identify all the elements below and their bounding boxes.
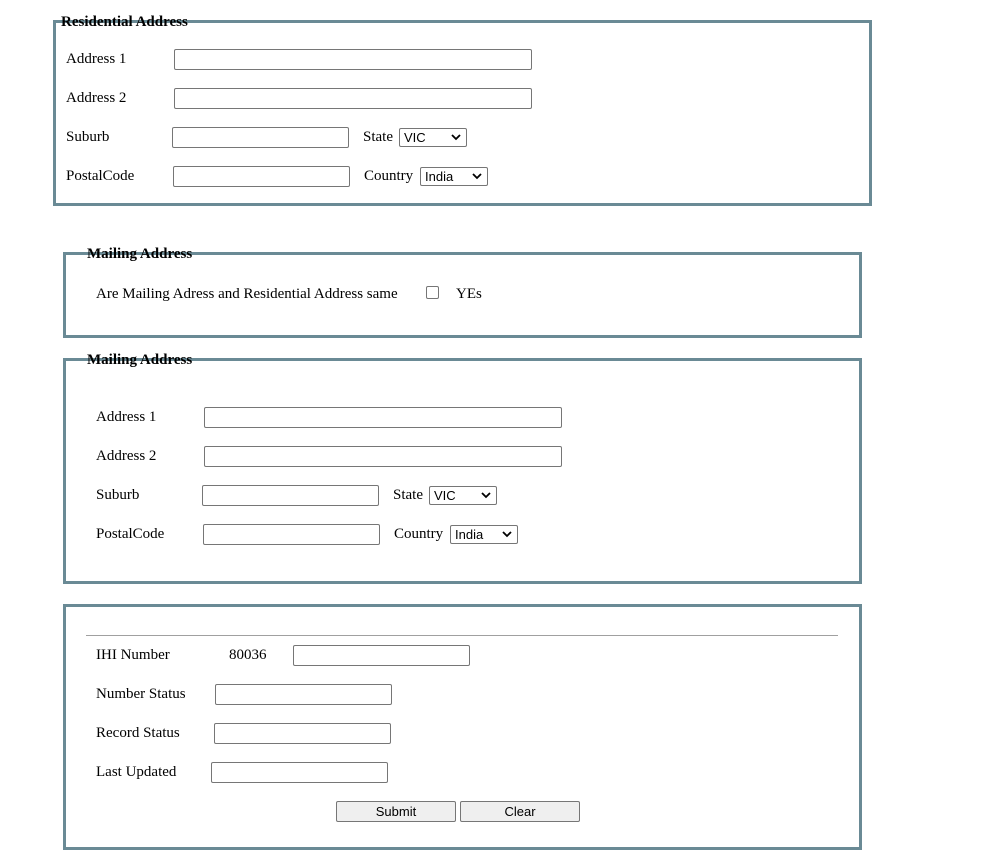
mailing-same-legend: Mailing Address — [87, 246, 193, 262]
mail-state-value: VIC — [434, 488, 456, 503]
residential-address-legend: Residential Address — [61, 14, 188, 30]
res-postal-input[interactable] — [173, 166, 350, 187]
mail-postal-label: PostalCode — [96, 526, 165, 542]
res-postal-label: PostalCode — [66, 168, 135, 184]
mail-country-select[interactable]: India — [450, 525, 518, 544]
chevron-down-icon — [451, 134, 461, 141]
res-state-label: State — [363, 129, 393, 145]
submit-button[interactable]: Submit — [336, 801, 456, 822]
number-status-input[interactable] — [215, 684, 392, 705]
chevron-down-icon — [502, 531, 512, 538]
res-state-select[interactable]: VIC — [399, 128, 467, 147]
number-status-label: Number Status — [96, 686, 186, 702]
mail-country-value: India — [455, 527, 484, 542]
res-country-label: Country — [364, 168, 414, 184]
ihi-number-prefix: 80036 — [229, 647, 267, 663]
res-address2-input[interactable] — [174, 88, 532, 109]
chevron-down-icon — [472, 173, 482, 180]
ihi-divider — [86, 635, 838, 636]
chevron-down-icon — [481, 492, 491, 499]
mail-address2-label: Address 2 — [96, 448, 157, 464]
ihi-number-label: IHI Number — [96, 647, 170, 663]
record-status-label: Record Status — [96, 725, 180, 741]
mail-address1-input[interactable] — [204, 407, 562, 428]
mailing-address-legend: Mailing Address — [87, 352, 193, 368]
mail-postal-input[interactable] — [203, 524, 380, 545]
res-address2-label: Address 2 — [66, 90, 127, 106]
mail-address2-input[interactable] — [204, 446, 562, 467]
ihi-number-input[interactable] — [293, 645, 470, 666]
mailing-same-checkbox[interactable] — [426, 286, 439, 299]
mailing-address-fieldset — [63, 358, 862, 584]
mail-address1-label: Address 1 — [96, 409, 157, 425]
res-state-value: VIC — [404, 130, 426, 145]
last-updated-input[interactable] — [211, 762, 388, 783]
mail-state-label: State — [393, 487, 423, 503]
mailing-same-question: Are Mailing Adress and Residential Addre… — [96, 286, 398, 302]
last-updated-label: Last Updated — [96, 764, 177, 780]
mail-state-select[interactable]: VIC — [429, 486, 497, 505]
mail-suburb-label: Suburb — [96, 487, 140, 503]
clear-button[interactable]: Clear — [460, 801, 580, 822]
res-suburb-input[interactable] — [172, 127, 349, 148]
record-status-input[interactable] — [214, 723, 391, 744]
res-suburb-label: Suburb — [66, 129, 110, 145]
mail-suburb-input[interactable] — [202, 485, 379, 506]
mailing-same-yes-label: YEs — [456, 286, 482, 302]
res-address1-label: Address 1 — [66, 51, 127, 67]
mail-country-label: Country — [394, 526, 444, 542]
res-country-select[interactable]: India — [420, 167, 488, 186]
res-address1-input[interactable] — [174, 49, 532, 70]
res-country-value: India — [425, 169, 454, 184]
